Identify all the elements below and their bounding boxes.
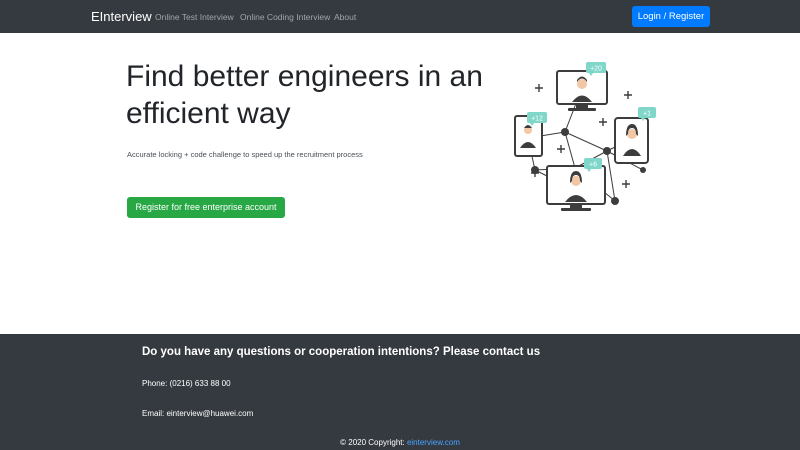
badge-bottom-label: +6 xyxy=(589,162,597,169)
login-register-button[interactable]: Login / Register xyxy=(632,6,710,27)
plus-icon xyxy=(557,145,565,153)
hero-title: Find better engineers in an efficient wa… xyxy=(126,60,483,130)
network-illustration: +20 +12 +1 +6 xyxy=(514,62,656,211)
top-navbar: EInterview Online Test Interview Online … xyxy=(0,0,800,33)
hero-subtitle: Accurate locking + code challenge to spe… xyxy=(127,150,363,159)
badge-right-label: +1 xyxy=(643,111,651,118)
monitor-bottom xyxy=(546,165,606,211)
register-enterprise-button[interactable]: Register for free enterprise account xyxy=(127,197,285,218)
footer-copyright: © 2020 Copyright: einterview.com xyxy=(0,438,800,447)
plus-icon xyxy=(624,91,632,99)
badge-left-label: +12 xyxy=(531,116,543,123)
nav-about[interactable]: About xyxy=(334,12,356,22)
monitor-top xyxy=(556,70,608,111)
plus-icon xyxy=(535,84,543,92)
nav-online-coding-interview[interactable]: Online Coding Interview xyxy=(240,12,330,22)
badge-top-label: +20 xyxy=(590,66,602,73)
brand-logo[interactable]: EInterview xyxy=(91,9,152,24)
copyright-text: © 2020 Copyright: xyxy=(340,438,407,447)
nav-online-test-interview[interactable]: Online Test Interview xyxy=(155,12,234,22)
footer-phone: Phone: (0216) 633 88 00 xyxy=(142,379,231,388)
plus-icon xyxy=(622,180,630,188)
plus-icon xyxy=(599,118,607,126)
copyright-link[interactable]: einterview.com xyxy=(407,438,460,447)
contact-footer: Do you have any questions or cooperation… xyxy=(0,334,800,450)
footer-title: Do you have any questions or cooperation… xyxy=(142,346,541,358)
footer-email: Email: einterview@huawei.com xyxy=(142,409,254,418)
tablet-right xyxy=(614,117,649,164)
